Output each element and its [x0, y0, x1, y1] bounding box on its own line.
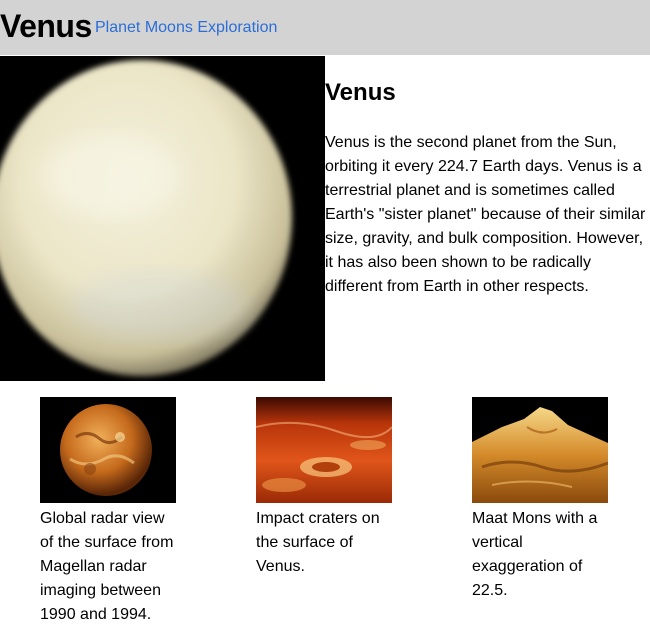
- nav-link-planet[interactable]: Planet: [95, 19, 140, 36]
- article: Venus Venus is the second planet from th…: [325, 56, 650, 299]
- nav-link-exploration[interactable]: Exploration: [197, 19, 277, 36]
- article-title: Venus: [325, 79, 396, 106]
- venus-hero-image: [0, 56, 325, 381]
- article-body: Venus is the second planet from the Sun,…: [325, 134, 646, 295]
- gallery-caption: Impact craters on the surface of Venus.: [256, 510, 380, 575]
- gallery-caption: Maat Mons with a vertical exaggeration o…: [472, 510, 598, 599]
- radar-globe-photo-icon[interactable]: [40, 397, 176, 503]
- gallery-item-radar: Global radar view of the surface from Ma…: [40, 397, 176, 627]
- maat-mons-photo-icon[interactable]: [472, 397, 608, 503]
- gallery-item-craters: Impact craters on the surface of Venus.: [256, 397, 392, 579]
- nav-link-moons[interactable]: Moons: [145, 19, 193, 36]
- gallery-item-maat-mons: Maat Mons with a vertical exaggeration o…: [472, 397, 608, 603]
- gallery-caption: Global radar view of the surface from Ma…: [40, 510, 174, 623]
- site-title: Venus: [0, 8, 92, 44]
- impact-craters-photo-icon[interactable]: [256, 397, 392, 503]
- top-bar: Venus Planet Moons Exploration: [0, 0, 650, 55]
- main-nav: Planet Moons Exploration: [95, 18, 277, 38]
